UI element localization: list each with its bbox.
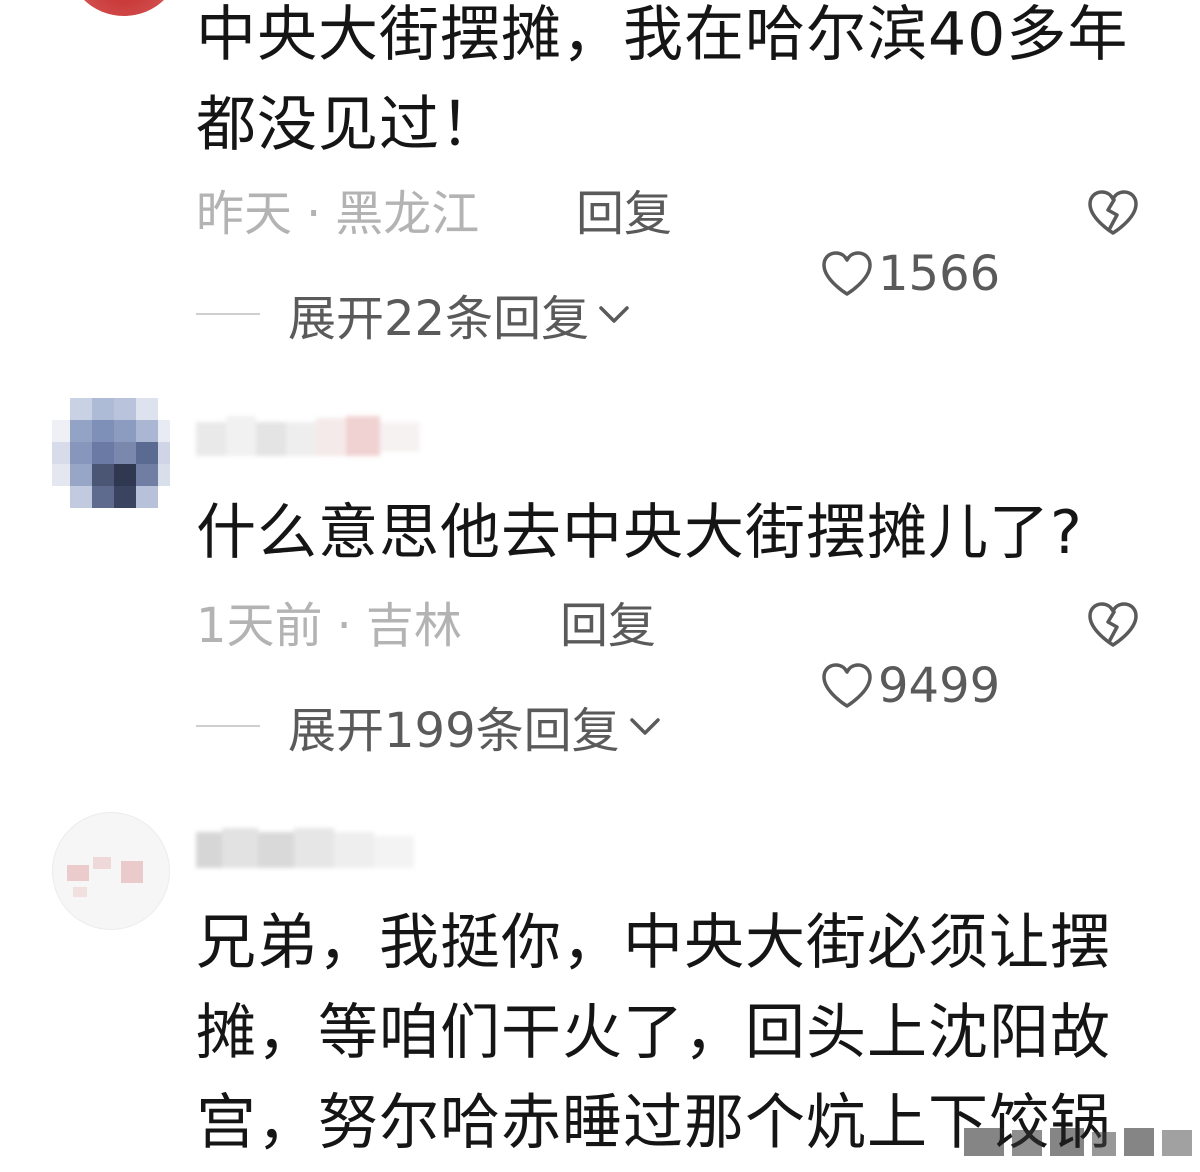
expand-replies-button[interactable]: 展开22条回复 — [196, 284, 631, 347]
username-blurred[interactable] — [196, 818, 516, 882]
comment-meta: 昨天 · 黑龙江 回复 1566 — [196, 184, 1156, 302]
dislike-button[interactable] — [1086, 600, 1140, 664]
like-count: 9499 — [878, 658, 1001, 714]
like-button[interactable]: 9499 — [820, 656, 1000, 716]
comment-meta: 1天前 · 吉林 回复 9499 — [196, 596, 1156, 714]
username-blurred[interactable] — [196, 410, 496, 474]
watermark — [964, 1120, 1194, 1164]
heart-icon — [822, 251, 872, 296]
comment-location: 吉林 — [365, 598, 462, 654]
expand-label: 展开22条回复 — [288, 291, 590, 347]
like-button[interactable]: 1566 — [820, 244, 1000, 304]
comment-time: 1天前 — [196, 598, 323, 654]
divider-line — [196, 313, 260, 315]
expand-label: 展开199条回复 — [288, 703, 620, 759]
comment-location: 黑龙江 — [335, 186, 480, 242]
avatar[interactable] — [66, 0, 182, 16]
dislike-button[interactable] — [1086, 188, 1140, 252]
comment-text: 什么意思他去中央大街摆摊儿了? — [196, 498, 1083, 568]
chevron-down-icon — [599, 306, 629, 323]
chevron-down-icon — [629, 718, 660, 735]
expand-replies-button[interactable]: 展开199条回复 — [196, 696, 662, 759]
like-count: 1566 — [878, 246, 1001, 302]
meta-separator: · — [336, 598, 352, 654]
heart-icon — [822, 663, 872, 708]
meta-separator: · — [306, 186, 322, 242]
broken-heart-icon — [1088, 602, 1138, 647]
comment-time: 昨天 — [196, 186, 293, 242]
divider-line — [196, 725, 260, 727]
broken-heart-icon — [1088, 190, 1138, 235]
reply-button[interactable]: 回复 — [576, 184, 672, 244]
reply-button[interactable]: 回复 — [560, 596, 656, 656]
avatar[interactable] — [52, 812, 170, 930]
avatar[interactable] — [52, 398, 170, 516]
comment-text: 中央大街摆摊，我在哈尔滨40多年都没见过！ — [196, 0, 1129, 160]
